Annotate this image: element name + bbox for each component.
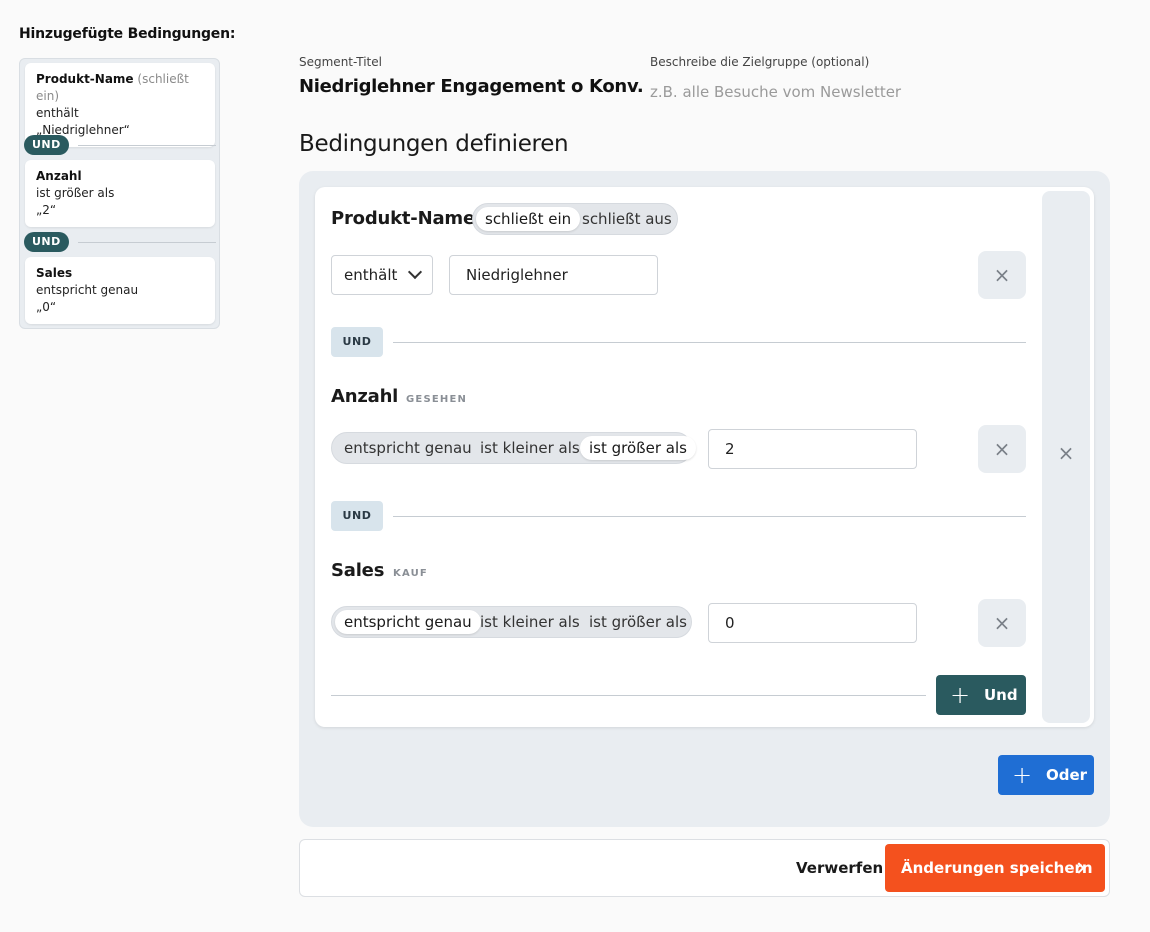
toggle-include[interactable]: schließt ein — [476, 207, 581, 231]
comparison-toggle: entspricht genau ist kleiner als ist grö… — [331, 432, 696, 464]
close-icon: × — [993, 611, 1011, 635]
summary-card-sales[interactable]: Sales entspricht genau „0“ — [25, 257, 215, 324]
save-label: Änderungen speichern — [901, 859, 1093, 877]
comparison-toggle: entspricht genau ist kleiner als ist grö… — [331, 606, 692, 638]
add-and-label: Und — [984, 686, 1018, 704]
summary-item-operator: entspricht genau — [36, 283, 139, 297]
summary-item-operator: ist größer als — [36, 186, 115, 200]
remove-condition-button[interactable]: × — [978, 599, 1026, 647]
condition-tag: GESEHEN — [406, 394, 468, 405]
option-greater-than[interactable]: ist größer als — [580, 436, 696, 460]
close-icon: × — [993, 437, 1011, 461]
summary-separator: UND — [24, 232, 216, 252]
close-icon: × — [1057, 441, 1075, 465]
und-badge: UND — [331, 327, 383, 357]
summary-panel: Produkt-Name (schließt ein) enthält „Nie… — [19, 58, 220, 329]
chevron-down-icon — [407, 264, 423, 280]
summary-item-value: „0“ — [36, 300, 57, 314]
anzahl-value-input[interactable]: 2 — [708, 429, 917, 469]
und-badge: UND — [24, 135, 69, 155]
und-separator: UND — [331, 501, 1026, 531]
section-title: Bedingungen definieren — [299, 131, 569, 157]
option-greater-than[interactable]: ist größer als — [580, 610, 696, 634]
produkt-value-input[interactable]: Niedriglehner — [449, 255, 658, 295]
close-icon: × — [993, 263, 1011, 287]
option-less-than[interactable]: ist kleiner als — [471, 436, 589, 460]
description-label: Beschreibe die Zielgruppe (optional) — [650, 55, 870, 69]
divider — [78, 145, 216, 146]
divider — [78, 242, 216, 243]
divider — [393, 516, 1026, 517]
condition-tag: KAUF — [393, 568, 428, 579]
toggle-exclude[interactable]: schließt aus — [573, 207, 681, 231]
divider — [393, 342, 1026, 343]
remove-condition-button[interactable]: × — [978, 425, 1026, 473]
summary-item-operator: enthält — [36, 106, 79, 120]
plus-icon: + — [1012, 761, 1033, 789]
save-button[interactable]: Änderungen speichern — [885, 844, 1105, 892]
und-badge: UND — [24, 232, 69, 252]
und-separator: UND — [331, 327, 1026, 357]
summary-item-name: Anzahl — [36, 169, 82, 183]
summary-title: Hinzugefügte Bedingungen: — [19, 26, 236, 42]
summary-item-value: „2“ — [36, 203, 57, 217]
add-and-button[interactable]: + Und — [936, 675, 1026, 715]
option-equals[interactable]: entspricht genau — [335, 610, 481, 634]
include-exclude-toggle: schließt ein schließt aus — [472, 203, 678, 235]
operator-select-value: enthält — [344, 266, 398, 284]
remove-group-button[interactable]: × — [1042, 191, 1090, 723]
operator-select[interactable]: enthält — [331, 255, 433, 295]
und-badge: UND — [331, 501, 383, 531]
plus-icon: + — [950, 681, 971, 709]
condition-name-produkt: Produkt-Name — [331, 208, 475, 229]
option-less-than[interactable]: ist kleiner als — [471, 610, 589, 634]
condition-name-sales: Sales — [331, 560, 385, 581]
summary-item-name: Sales — [36, 266, 73, 280]
summary-separator: UND — [24, 135, 216, 155]
sales-value-input[interactable]: 0 — [708, 603, 917, 643]
divider — [331, 695, 926, 696]
description-input[interactable]: z.B. alle Besuche vom Newsletter — [650, 83, 901, 101]
option-equals[interactable]: entspricht genau — [335, 436, 481, 460]
summary-item-name: Produkt-Name — [36, 72, 134, 86]
add-or-button[interactable]: + Oder — [998, 755, 1094, 795]
remove-condition-button[interactable]: × — [978, 251, 1026, 299]
add-or-label: Oder — [1046, 766, 1088, 784]
discard-button[interactable]: Verwerfen — [796, 859, 883, 877]
segment-title-label: Segment-Titel — [299, 55, 382, 69]
segment-title-input[interactable]: Niedriglehner Engagement o Konv. — [299, 76, 644, 97]
summary-card-anzahl[interactable]: Anzahl ist größer als „2“ — [25, 160, 215, 227]
condition-name-anzahl: Anzahl — [331, 386, 399, 407]
